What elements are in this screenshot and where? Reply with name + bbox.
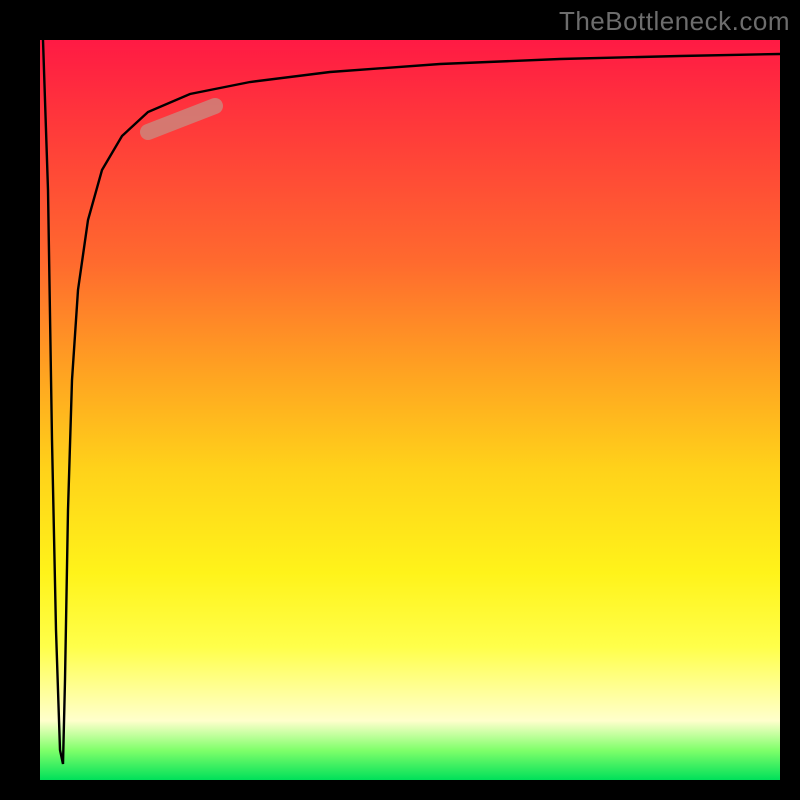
bottleneck-curve [43, 40, 780, 764]
watermark-text: TheBottleneck.com [559, 6, 790, 37]
chart-frame: TheBottleneck.com [0, 0, 800, 800]
curve-svg [40, 40, 780, 780]
highlight-segment [148, 106, 215, 132]
plot-area [40, 40, 780, 780]
